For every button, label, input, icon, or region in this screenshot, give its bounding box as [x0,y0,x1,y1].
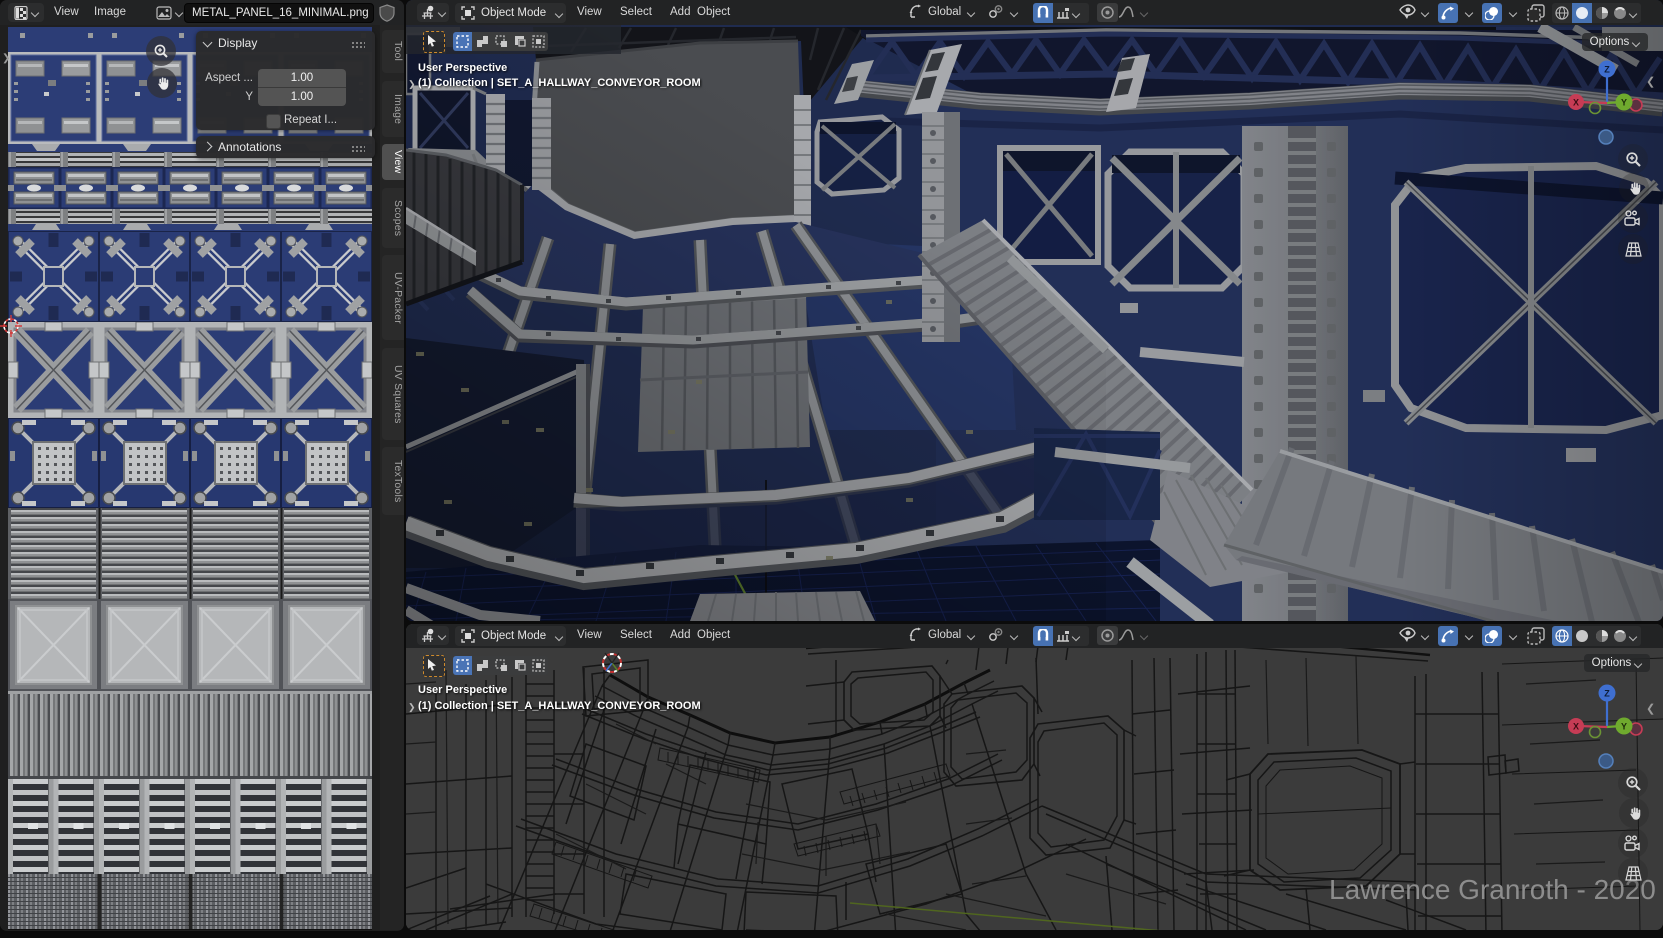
svg-text:Y: Y [1621,722,1627,732]
svg-text:Z: Z [1604,65,1610,75]
svg-text:Y: Y [1621,98,1627,108]
svg-text:X: X [1573,98,1579,108]
svg-text:X: X [1573,722,1579,732]
svg-text:Z: Z [1604,689,1610,699]
